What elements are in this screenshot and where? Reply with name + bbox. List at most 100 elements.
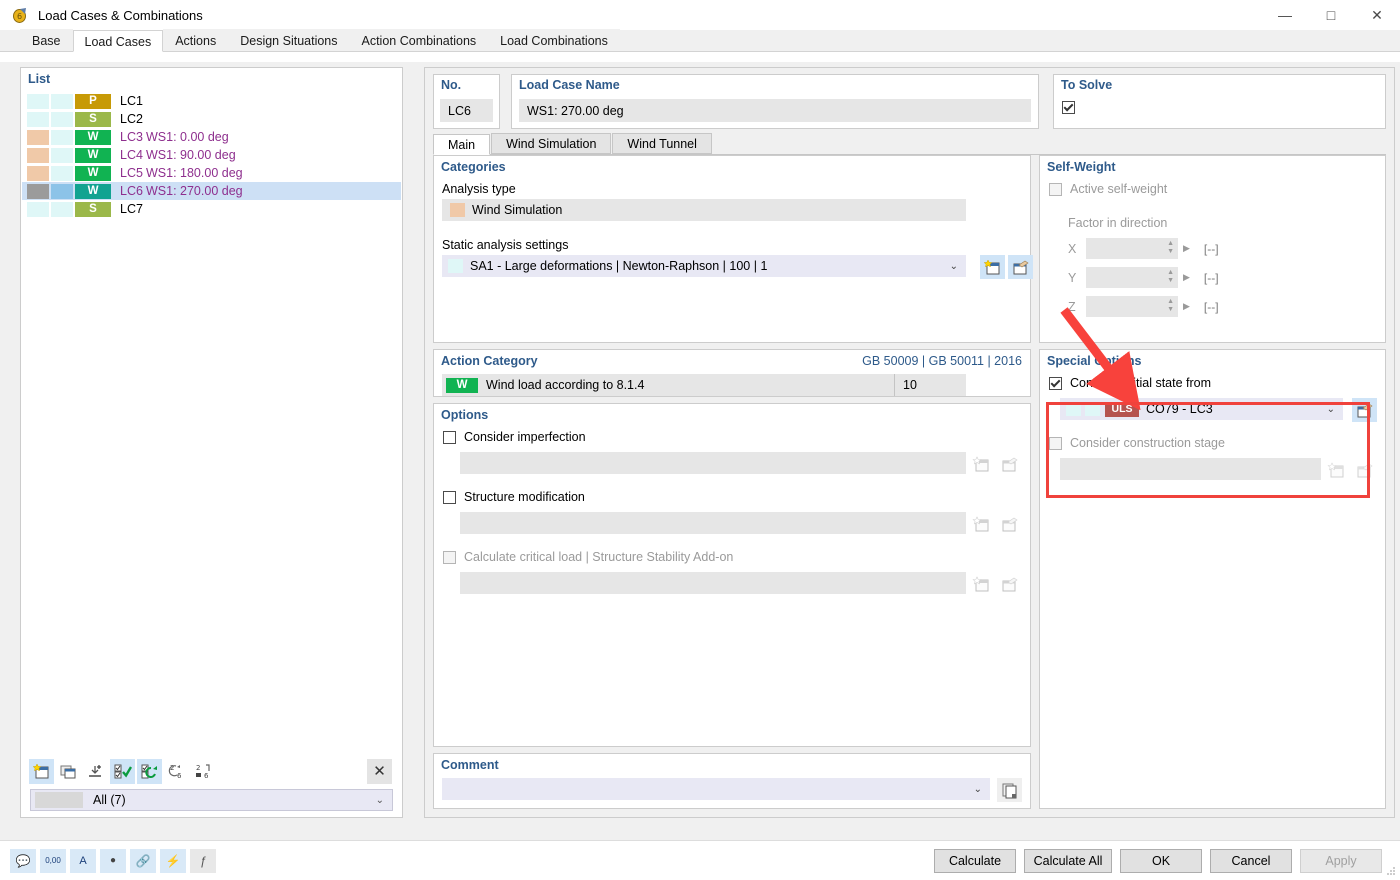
ok-button[interactable]: OK bbox=[1120, 848, 1202, 873]
list-item[interactable]: W LC4 WS1: 90.00 deg bbox=[22, 146, 401, 164]
new-load-case-button[interactable] bbox=[29, 758, 54, 784]
option-label: Consider imperfection bbox=[464, 430, 586, 444]
tab-design-situations[interactable]: Design Situations bbox=[228, 29, 350, 51]
to-solve-label: To Solve bbox=[1061, 78, 1113, 92]
load-case-list[interactable]: P LC1 S LC2 W LC3 WS1: 0.00 deg W LC4 WS1: 90.00 … bbox=[22, 92, 401, 749]
options-card: Options Consider imperfection Structure m… bbox=[433, 403, 1031, 747]
option-checkbox[interactable] bbox=[443, 430, 456, 444]
active-self-weight-row[interactable]: Active self-weight bbox=[1049, 182, 1167, 196]
self-weight-card: Self-Weight Active self-weight Factor in… bbox=[1039, 155, 1386, 343]
renumber-button[interactable]: 2 6 bbox=[164, 759, 189, 784]
initial-state-combo[interactable]: ULS CO79 - LC3 ⌄ bbox=[1060, 398, 1343, 420]
row-color-chip-1 bbox=[27, 147, 49, 163]
snap-icon[interactable]: ⚡ bbox=[160, 848, 186, 873]
construction-stage-row[interactable]: Consider construction stage bbox=[1049, 436, 1225, 450]
tab-load-cases[interactable]: Load Cases bbox=[72, 30, 164, 52]
options-title: Options bbox=[441, 408, 489, 422]
categories-title: Categories bbox=[441, 160, 506, 174]
load-cases-dialog: 6 Load Cases & Combinations — □ ✕ Base Lo… bbox=[0, 0, 1400, 880]
edit-initial-state-button[interactable] bbox=[1352, 398, 1377, 422]
copy-load-case-button[interactable] bbox=[56, 759, 81, 784]
calculate-all-button[interactable]: Calculate All bbox=[1024, 848, 1112, 873]
new-construction-stage-button bbox=[1324, 458, 1349, 482]
resize-grip[interactable] bbox=[1386, 866, 1396, 876]
filter-color-chip bbox=[35, 792, 83, 808]
detail-tab-wind-simulation[interactable]: Wind Simulation bbox=[491, 133, 612, 154]
axis-value-stepper[interactable]: ▲ ▼ bbox=[1086, 267, 1178, 288]
initial-state-row[interactable]: Consider initial state from bbox=[1049, 376, 1211, 390]
minimize-button[interactable]: — bbox=[1262, 0, 1308, 30]
axis-expand-icon[interactable]: ▶ bbox=[1183, 243, 1190, 254]
calculate-button[interactable]: Calculate bbox=[934, 848, 1016, 873]
action-category-title: Action Category bbox=[441, 354, 538, 368]
initial-state-value: CO79 - LC3 bbox=[1146, 402, 1213, 416]
main-left-pane: Categories Analysis type Wind Simulation… bbox=[433, 155, 1033, 809]
axis-expand-icon[interactable]: ▶ bbox=[1183, 301, 1190, 312]
consider-construction-stage-checkbox[interactable] bbox=[1049, 436, 1062, 450]
edit-static-settings-button[interactable] bbox=[1008, 255, 1033, 279]
app-icon: 6 bbox=[10, 5, 30, 25]
link-icon[interactable]: 🔗 bbox=[130, 848, 156, 873]
comment-combo[interactable]: ⌄ bbox=[442, 778, 990, 800]
import-load-case-button[interactable] bbox=[83, 759, 108, 784]
list-item[interactable]: W LC5 WS1: 180.00 deg bbox=[22, 164, 401, 182]
analysis-type-label: Analysis type bbox=[442, 182, 516, 196]
sort-button[interactable]: 2 6 bbox=[191, 759, 216, 784]
option-row[interactable]: Consider imperfection bbox=[443, 430, 586, 444]
axis-value-stepper[interactable]: ▲ ▼ bbox=[1086, 296, 1178, 317]
list-filter-combo[interactable]: All (7) ⌄ bbox=[30, 789, 393, 811]
option-checkbox[interactable] bbox=[443, 550, 456, 564]
consider-initial-state-checkbox[interactable] bbox=[1049, 376, 1062, 390]
invert-selection-button[interactable] bbox=[137, 758, 162, 784]
list-item[interactable]: S LC2 bbox=[22, 110, 401, 128]
apply-button: Apply bbox=[1300, 848, 1382, 873]
row-color-chip-1 bbox=[27, 129, 49, 145]
tab-base[interactable]: Base bbox=[20, 29, 73, 51]
point-icon[interactable]: ● bbox=[100, 848, 126, 873]
load-case-name-group: Load Case Name WS1: 270.00 deg bbox=[511, 74, 1039, 129]
special-options-title: Special Options bbox=[1047, 354, 1142, 368]
factor-axis-row: Z ▲ ▼ ▶ [--] bbox=[1068, 296, 1377, 317]
bottom-bar: 💬 0,00 A ● 🔗 ⚡ ƒ Calculate Calculate All OK Cance… bbox=[0, 840, 1400, 880]
load-case-name-input[interactable]: WS1: 270.00 deg bbox=[519, 99, 1031, 122]
maximize-button[interactable]: □ bbox=[1308, 0, 1354, 30]
list-item[interactable]: S LC7 bbox=[22, 200, 401, 218]
list-item[interactable]: W LC6 WS1: 270.00 deg bbox=[22, 182, 401, 200]
list-item[interactable]: P LC1 bbox=[22, 92, 401, 110]
formula-icon[interactable]: ƒ bbox=[190, 848, 216, 873]
close-button[interactable]: ✕ bbox=[1354, 0, 1400, 30]
cancel-button[interactable]: Cancel bbox=[1210, 848, 1292, 873]
option-row[interactable]: Structure modification bbox=[443, 490, 585, 504]
axis-expand-icon[interactable]: ▶ bbox=[1183, 272, 1190, 283]
color-label-icon[interactable]: A bbox=[70, 848, 96, 873]
detail-tab-wind-tunnel[interactable]: Wind Tunnel bbox=[612, 133, 712, 154]
tab-actions[interactable]: Actions bbox=[163, 29, 229, 51]
option-row[interactable]: Calculate critical load | Structure Stab… bbox=[443, 550, 733, 564]
action-category-card: Action Category GB 50009 | GB 50011 | 20… bbox=[433, 349, 1031, 397]
action-category-row[interactable]: W Wind load according to 8.1.4 10 bbox=[442, 374, 966, 396]
axis-label: Z bbox=[1068, 299, 1076, 314]
tab-load-combinations[interactable]: Load Combinations bbox=[488, 29, 620, 51]
initial-state-chip-1 bbox=[1066, 402, 1081, 416]
axis-value-stepper[interactable]: ▲ ▼ bbox=[1086, 238, 1178, 259]
detail-tab-strip: Main Wind Simulation Wind Tunnel bbox=[433, 133, 1386, 155]
select-all-button[interactable] bbox=[110, 758, 135, 784]
static-settings-color-chip bbox=[448, 259, 463, 273]
tab-action-combinations[interactable]: Action Combinations bbox=[349, 29, 489, 51]
row-description: WS1: 90.00 deg bbox=[146, 148, 236, 162]
comment-copy-button[interactable] bbox=[997, 778, 1022, 802]
delete-load-case-button[interactable]: ✕ bbox=[367, 758, 392, 784]
main-right-pane: Self-Weight Active self-weight Factor in… bbox=[1039, 155, 1386, 809]
analysis-type-value[interactable]: Wind Simulation bbox=[442, 199, 966, 221]
new-static-settings-button[interactable] bbox=[980, 255, 1005, 279]
to-solve-checkbox[interactable] bbox=[1062, 101, 1075, 114]
active-self-weight-checkbox[interactable] bbox=[1049, 182, 1062, 196]
static-settings-combo[interactable]: SA1 - Large deformations | Newton-Raphso… bbox=[442, 255, 966, 277]
numeric-icon[interactable]: 0,00 bbox=[40, 848, 66, 873]
new-option-button bbox=[969, 452, 994, 476]
option-checkbox[interactable] bbox=[443, 490, 456, 504]
svg-text:6: 6 bbox=[177, 772, 182, 780]
list-item[interactable]: W LC3 WS1: 0.00 deg bbox=[22, 128, 401, 146]
detail-tab-main[interactable]: Main bbox=[433, 134, 491, 155]
info-icon[interactable]: 💬 bbox=[10, 848, 36, 873]
